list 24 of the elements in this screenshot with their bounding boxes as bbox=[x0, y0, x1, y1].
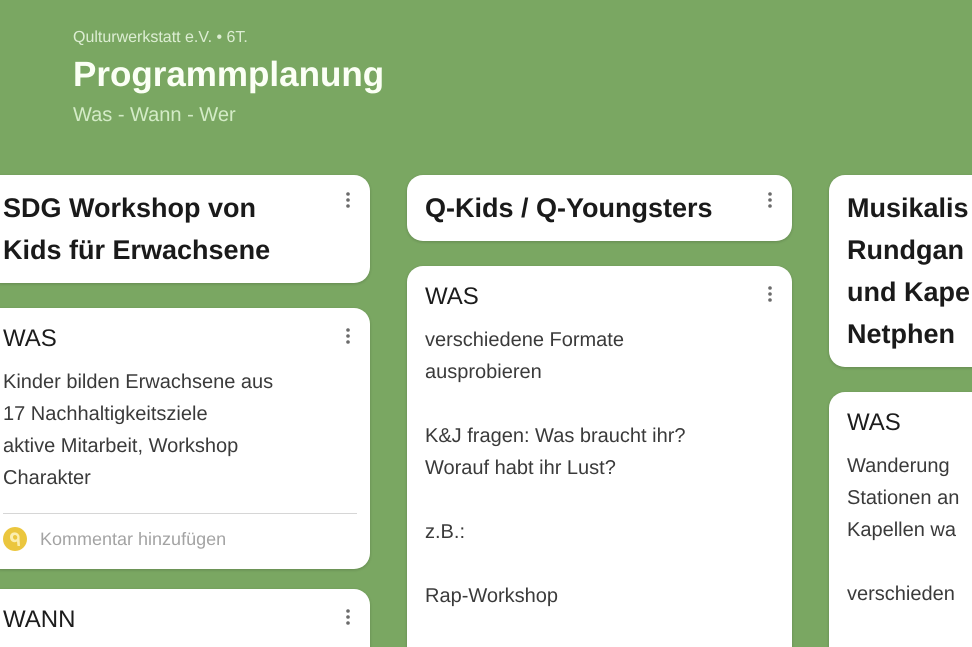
section-text: Kinder bilden Erwachsene aus 17 Nachhaltigkeitsziele aktive Mitarbeit, Workshop Charakter bbox=[3, 370, 274, 491]
card-title: SDG Workshop von Kids für Erwachsene bbox=[3, 192, 270, 267]
kebab-menu-icon bbox=[768, 286, 772, 302]
section-heading: WAS bbox=[847, 408, 901, 438]
kebab-menu-icon bbox=[768, 192, 772, 208]
kebab-menu-icon bbox=[346, 609, 350, 625]
section-heading: WANN bbox=[3, 605, 76, 635]
section-text: verschieden bbox=[847, 582, 956, 607]
section-text: Rap-Workshop bbox=[425, 584, 560, 609]
section-heading: WAS bbox=[3, 324, 57, 354]
kebab-menu-icon bbox=[346, 192, 350, 208]
section-text: z.B.: bbox=[425, 520, 466, 545]
board-subtitle: Was - Wann - Wer bbox=[73, 103, 236, 128]
comment-field[interactable]: Kommentar hinzufügen bbox=[40, 527, 357, 551]
section-text: K&J fragen: Was braucht ihr? Worauf habt ihr Lust? bbox=[425, 424, 686, 481]
kebab-menu-icon bbox=[346, 328, 350, 344]
section-heading: WAS bbox=[425, 282, 479, 312]
section-text: verschiedene Formate ausprobieren bbox=[425, 328, 625, 385]
organization-label: Qulturwerkstatt e.V. • 6T. bbox=[73, 28, 248, 48]
card-title: Musikalis Rundgan und Kape Netphen bbox=[847, 192, 970, 351]
avatar-icon bbox=[3, 527, 27, 551]
board-title: Programmplanung bbox=[73, 54, 384, 96]
card-title: Q-Kids / Q-Youngsters bbox=[425, 192, 713, 225]
section-text: Wanderung Stationen an Kapellen wa bbox=[847, 454, 960, 543]
